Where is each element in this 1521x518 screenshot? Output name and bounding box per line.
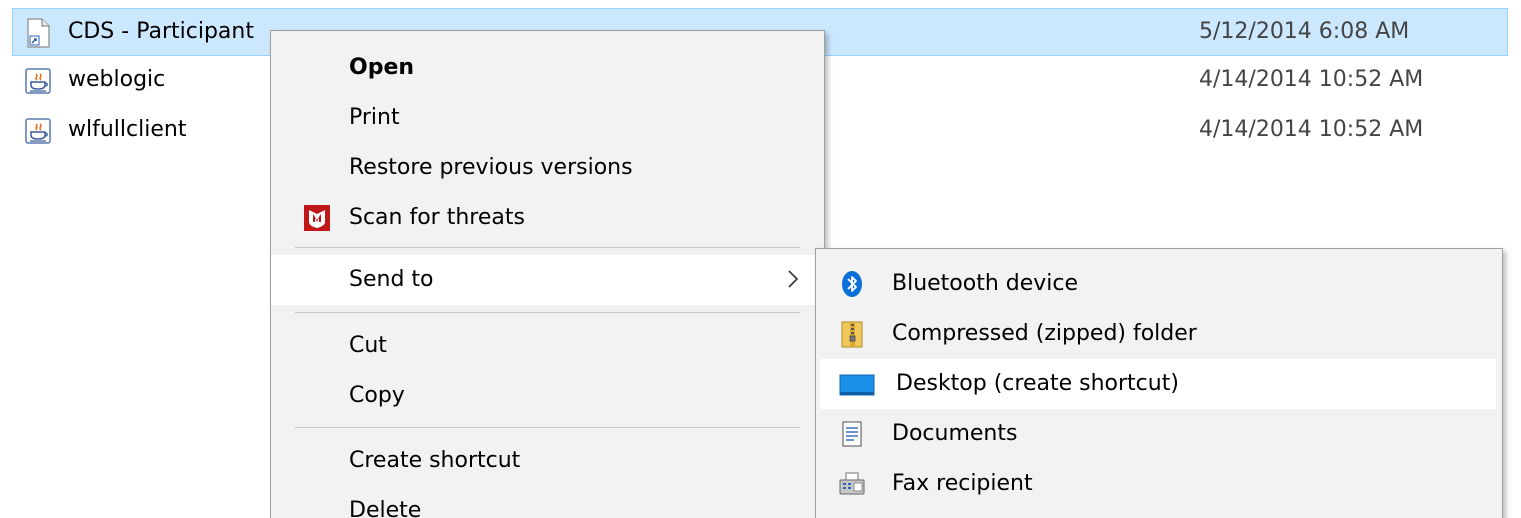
menu-item-label: Copy (349, 383, 405, 408)
file-date: 4/14/2014 10:52 AM (1199, 117, 1424, 142)
menu-item-label: Documents (892, 421, 1018, 446)
desktop-icon (839, 374, 875, 396)
sendto-item-compressed-folder[interactable]: Compressed (zipped) folder (816, 309, 1502, 359)
menu-separator (295, 427, 800, 428)
menu-item-label: Print (349, 105, 400, 130)
documents-icon (842, 421, 862, 447)
send-to-submenu: Bluetooth device Compressed (zipped) fol… (815, 248, 1503, 518)
fax-icon (839, 472, 865, 495)
shortcut-file-icon (27, 18, 50, 48)
sendto-item-fax[interactable]: Fax recipient (816, 459, 1502, 509)
menu-item-create-shortcut[interactable]: Create shortcut (271, 436, 824, 486)
menu-item-cut[interactable]: Cut (271, 321, 824, 371)
zip-folder-icon (841, 321, 863, 348)
menu-item-label: Fax recipient (892, 471, 1033, 496)
java-jar-icon (25, 118, 51, 144)
menu-item-label: Desktop (create shortcut) (896, 371, 1179, 396)
file-name: CDS - Participant (68, 19, 254, 44)
menu-item-label: Create shortcut (349, 448, 521, 473)
sendto-item-bluetooth[interactable]: Bluetooth device (816, 259, 1502, 309)
menu-separator (295, 312, 800, 313)
context-menu: Open Print Restore previous versions Sca… (270, 30, 825, 518)
explorer-window: CDS - Participant 5/12/2014 6:08 AM webl… (0, 0, 1521, 518)
java-jar-icon (25, 68, 51, 94)
menu-item-label: Restore previous versions (349, 155, 633, 180)
sendto-item-desktop[interactable]: Desktop (create shortcut) (820, 359, 1496, 409)
menu-item-restore-previous-versions[interactable]: Restore previous versions (271, 143, 824, 193)
menu-item-copy[interactable]: Copy (271, 371, 824, 421)
menu-item-label: Cut (349, 333, 387, 358)
file-name: wlfullclient (68, 117, 187, 142)
menu-item-label: Compressed (zipped) folder (892, 321, 1197, 346)
menu-item-delete[interactable]: Delete (271, 486, 824, 518)
file-date: 4/14/2014 10:52 AM (1199, 67, 1424, 92)
menu-item-label: Bluetooth device (892, 271, 1079, 296)
menu-item-label: Send to (349, 267, 434, 292)
bluetooth-icon (842, 271, 862, 297)
file-date: 5/12/2014 6:08 AM (1199, 19, 1410, 44)
menu-item-scan-for-threats[interactable]: Scan for threats (271, 193, 824, 243)
menu-separator (295, 247, 800, 248)
mcafee-shield-icon (304, 205, 330, 231)
menu-item-send-to[interactable]: Send to (271, 255, 824, 305)
menu-item-print[interactable]: Print (271, 93, 824, 143)
menu-item-open[interactable]: Open (271, 43, 824, 93)
menu-item-label: Scan for threats (349, 205, 525, 230)
chevron-right-icon (788, 270, 799, 288)
menu-item-label: Delete (349, 498, 422, 518)
file-name: weblogic (68, 67, 166, 92)
sendto-item-documents[interactable]: Documents (816, 409, 1502, 459)
menu-item-label: Open (349, 55, 415, 80)
